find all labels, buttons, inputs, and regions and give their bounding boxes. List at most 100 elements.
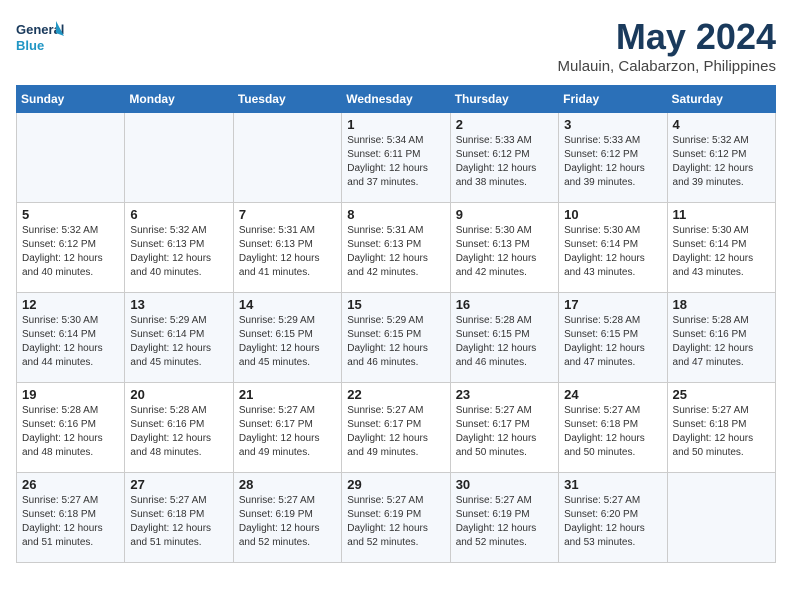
day-number: 21 [239, 387, 336, 402]
day-info: Sunrise: 5:28 AMSunset: 6:15 PMDaylight:… [456, 314, 553, 370]
weekday-header: Tuesday [233, 86, 341, 113]
calendar-cell: 7 Sunrise: 5:31 AMSunset: 6:13 PMDayligh… [233, 203, 341, 293]
day-number: 19 [22, 387, 119, 402]
calendar-cell: 1 Sunrise: 5:34 AMSunset: 6:11 PMDayligh… [342, 113, 450, 203]
day-info: Sunrise: 5:27 AMSunset: 6:20 PMDaylight:… [564, 494, 661, 550]
day-info: Sunrise: 5:27 AMSunset: 6:17 PMDaylight:… [347, 404, 444, 460]
calendar-table: SundayMondayTuesdayWednesdayThursdayFrid… [16, 85, 776, 563]
calendar-cell: 2 Sunrise: 5:33 AMSunset: 6:12 PMDayligh… [450, 113, 558, 203]
calendar-cell: 17 Sunrise: 5:28 AMSunset: 6:15 PMDaylig… [559, 293, 667, 383]
day-number: 13 [130, 297, 227, 312]
calendar-cell: 10 Sunrise: 5:30 AMSunset: 6:14 PMDaylig… [559, 203, 667, 293]
day-number: 25 [673, 387, 770, 402]
calendar-cell: 23 Sunrise: 5:27 AMSunset: 6:17 PMDaylig… [450, 383, 558, 473]
day-info: Sunrise: 5:29 AMSunset: 6:15 PMDaylight:… [347, 314, 444, 370]
day-info: Sunrise: 5:27 AMSunset: 6:19 PMDaylight:… [347, 494, 444, 550]
day-info: Sunrise: 5:30 AMSunset: 6:14 PMDaylight:… [564, 224, 661, 280]
day-number: 23 [456, 387, 553, 402]
day-info: Sunrise: 5:27 AMSunset: 6:17 PMDaylight:… [456, 404, 553, 460]
day-info: Sunrise: 5:28 AMSunset: 6:16 PMDaylight:… [673, 314, 770, 370]
calendar-cell: 28 Sunrise: 5:27 AMSunset: 6:19 PMDaylig… [233, 473, 341, 563]
day-number: 12 [22, 297, 119, 312]
day-number: 28 [239, 477, 336, 492]
calendar-cell [233, 113, 341, 203]
day-number: 14 [239, 297, 336, 312]
calendar-cell: 6 Sunrise: 5:32 AMSunset: 6:13 PMDayligh… [125, 203, 233, 293]
day-number: 17 [564, 297, 661, 312]
calendar-cell [667, 473, 775, 563]
day-info: Sunrise: 5:27 AMSunset: 6:17 PMDaylight:… [239, 404, 336, 460]
day-number: 27 [130, 477, 227, 492]
calendar-cell: 3 Sunrise: 5:33 AMSunset: 6:12 PMDayligh… [559, 113, 667, 203]
calendar-cell: 19 Sunrise: 5:28 AMSunset: 6:16 PMDaylig… [17, 383, 125, 473]
day-info: Sunrise: 5:27 AMSunset: 6:18 PMDaylight:… [130, 494, 227, 550]
calendar-cell: 31 Sunrise: 5:27 AMSunset: 6:20 PMDaylig… [559, 473, 667, 563]
day-info: Sunrise: 5:27 AMSunset: 6:18 PMDaylight:… [564, 404, 661, 460]
day-number: 8 [347, 207, 444, 222]
day-info: Sunrise: 5:27 AMSunset: 6:19 PMDaylight:… [456, 494, 553, 550]
calendar-cell: 30 Sunrise: 5:27 AMSunset: 6:19 PMDaylig… [450, 473, 558, 563]
day-info: Sunrise: 5:28 AMSunset: 6:16 PMDaylight:… [22, 404, 119, 460]
calendar-cell: 25 Sunrise: 5:27 AMSunset: 6:18 PMDaylig… [667, 383, 775, 473]
calendar-cell: 5 Sunrise: 5:32 AMSunset: 6:12 PMDayligh… [17, 203, 125, 293]
day-info: Sunrise: 5:28 AMSunset: 6:16 PMDaylight:… [130, 404, 227, 460]
calendar-cell: 18 Sunrise: 5:28 AMSunset: 6:16 PMDaylig… [667, 293, 775, 383]
calendar-cell: 24 Sunrise: 5:27 AMSunset: 6:18 PMDaylig… [559, 383, 667, 473]
day-number: 9 [456, 207, 553, 222]
day-number: 3 [564, 117, 661, 132]
day-info: Sunrise: 5:27 AMSunset: 6:18 PMDaylight:… [673, 404, 770, 460]
day-info: Sunrise: 5:27 AMSunset: 6:19 PMDaylight:… [239, 494, 336, 550]
weekday-header: Sunday [17, 86, 125, 113]
day-info: Sunrise: 5:31 AMSunset: 6:13 PMDaylight:… [347, 224, 444, 280]
day-info: Sunrise: 5:30 AMSunset: 6:14 PMDaylight:… [673, 224, 770, 280]
calendar-cell: 26 Sunrise: 5:27 AMSunset: 6:18 PMDaylig… [17, 473, 125, 563]
day-info: Sunrise: 5:33 AMSunset: 6:12 PMDaylight:… [564, 134, 661, 190]
day-info: Sunrise: 5:34 AMSunset: 6:11 PMDaylight:… [347, 134, 444, 190]
day-number: 5 [22, 207, 119, 222]
day-number: 15 [347, 297, 444, 312]
day-number: 4 [673, 117, 770, 132]
day-info: Sunrise: 5:32 AMSunset: 6:12 PMDaylight:… [22, 224, 119, 280]
location: Mulauin, Calabarzon, Philippines [558, 58, 776, 75]
day-info: Sunrise: 5:30 AMSunset: 6:13 PMDaylight:… [456, 224, 553, 280]
day-info: Sunrise: 5:32 AMSunset: 6:12 PMDaylight:… [673, 134, 770, 190]
title-block: May 2024 Mulauin, Calabarzon, Philippine… [558, 16, 776, 75]
svg-text:Blue: Blue [16, 38, 44, 53]
calendar-cell: 21 Sunrise: 5:27 AMSunset: 6:17 PMDaylig… [233, 383, 341, 473]
day-info: Sunrise: 5:31 AMSunset: 6:13 PMDaylight:… [239, 224, 336, 280]
day-number: 24 [564, 387, 661, 402]
calendar-cell: 4 Sunrise: 5:32 AMSunset: 6:12 PMDayligh… [667, 113, 775, 203]
weekday-header: Friday [559, 86, 667, 113]
calendar-cell: 8 Sunrise: 5:31 AMSunset: 6:13 PMDayligh… [342, 203, 450, 293]
day-number: 22 [347, 387, 444, 402]
day-info: Sunrise: 5:33 AMSunset: 6:12 PMDaylight:… [456, 134, 553, 190]
day-number: 18 [673, 297, 770, 312]
calendar-cell: 14 Sunrise: 5:29 AMSunset: 6:15 PMDaylig… [233, 293, 341, 383]
day-number: 10 [564, 207, 661, 222]
header-row: SundayMondayTuesdayWednesdayThursdayFrid… [17, 86, 776, 113]
calendar-cell: 29 Sunrise: 5:27 AMSunset: 6:19 PMDaylig… [342, 473, 450, 563]
page-header: General Blue May 2024 Mulauin, Calabarzo… [16, 16, 776, 75]
day-info: Sunrise: 5:29 AMSunset: 6:15 PMDaylight:… [239, 314, 336, 370]
calendar-cell: 11 Sunrise: 5:30 AMSunset: 6:14 PMDaylig… [667, 203, 775, 293]
day-number: 26 [22, 477, 119, 492]
day-number: 30 [456, 477, 553, 492]
logo-icon: General Blue [16, 16, 66, 61]
calendar-week-row: 12 Sunrise: 5:30 AMSunset: 6:14 PMDaylig… [17, 293, 776, 383]
calendar-week-row: 1 Sunrise: 5:34 AMSunset: 6:11 PMDayligh… [17, 113, 776, 203]
calendar-cell [17, 113, 125, 203]
day-number: 31 [564, 477, 661, 492]
day-info: Sunrise: 5:30 AMSunset: 6:14 PMDaylight:… [22, 314, 119, 370]
weekday-header: Wednesday [342, 86, 450, 113]
calendar-cell: 16 Sunrise: 5:28 AMSunset: 6:15 PMDaylig… [450, 293, 558, 383]
day-number: 16 [456, 297, 553, 312]
calendar-cell: 9 Sunrise: 5:30 AMSunset: 6:13 PMDayligh… [450, 203, 558, 293]
calendar-cell: 13 Sunrise: 5:29 AMSunset: 6:14 PMDaylig… [125, 293, 233, 383]
calendar-week-row: 19 Sunrise: 5:28 AMSunset: 6:16 PMDaylig… [17, 383, 776, 473]
weekday-header: Saturday [667, 86, 775, 113]
calendar-cell: 15 Sunrise: 5:29 AMSunset: 6:15 PMDaylig… [342, 293, 450, 383]
calendar-cell: 20 Sunrise: 5:28 AMSunset: 6:16 PMDaylig… [125, 383, 233, 473]
day-info: Sunrise: 5:32 AMSunset: 6:13 PMDaylight:… [130, 224, 227, 280]
day-number: 11 [673, 207, 770, 222]
calendar-cell: 27 Sunrise: 5:27 AMSunset: 6:18 PMDaylig… [125, 473, 233, 563]
